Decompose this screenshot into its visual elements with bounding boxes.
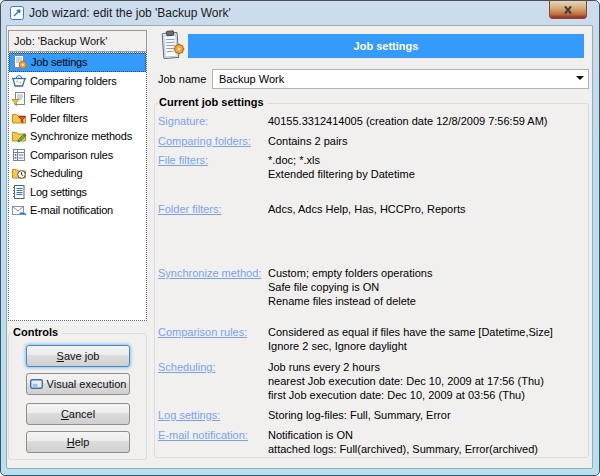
clipboard-icon bbox=[155, 30, 187, 62]
setting-value-folder-filters: Adcs, Adcs Help, Has, HCCPro, Reports bbox=[268, 202, 465, 216]
sidebar-item-label: Comparing folders bbox=[30, 75, 116, 87]
setting-row-comparison-rules: Comparison rules:Considered as equal if … bbox=[155, 325, 588, 353]
job-name-combobox[interactable]: Backup Work bbox=[212, 69, 589, 89]
sidebar-item-scheduling[interactable]: Scheduling bbox=[9, 164, 146, 183]
setting-label-scheduling[interactable]: Scheduling: bbox=[158, 360, 268, 402]
setting-value-file-filters: *.doc; *.xlsExtended filtering by Dateti… bbox=[268, 153, 415, 181]
job-name-label: Job name bbox=[158, 73, 206, 85]
sidebar-item-label: File filters bbox=[30, 93, 75, 105]
controls-buttons: Save job Visual execution Cancel Help bbox=[9, 334, 146, 459]
setting-value-e-mail-notification: Notification is ONattached logs: Full(ar… bbox=[268, 428, 538, 456]
job-settings-icon bbox=[12, 54, 28, 70]
setting-label-folder-filters[interactable]: Folder filters: bbox=[158, 202, 268, 216]
window-title: Job wizard: edit the job 'Backup Work' bbox=[29, 6, 231, 20]
sidebar-item-file-filters[interactable]: File filters bbox=[9, 90, 146, 109]
sidebar-item-comparing-folders[interactable]: Comparing folders bbox=[9, 72, 146, 91]
sidebar-item-label: Folder filters bbox=[30, 112, 88, 124]
synchronize-methods-icon bbox=[11, 128, 27, 144]
sidebar-item-synchronize-methods[interactable]: Synchronize methods bbox=[9, 127, 146, 146]
setting-value-scheduling: Job runs every 2 hoursnearest Job execut… bbox=[268, 360, 544, 402]
sidebar-item-label: E-mail notification bbox=[30, 204, 113, 216]
controls-group: Controls Save jobVisual executionCancelH… bbox=[8, 333, 147, 460]
button-label: Visual execution bbox=[47, 378, 127, 390]
setting-label-comparing-folders[interactable]: Comparing folders: bbox=[158, 134, 268, 148]
setting-row-file-filters: File filters:*.doc; *.xlsExtended filter… bbox=[155, 153, 588, 181]
job-sections-list: Job settings Comparing folders File filter… bbox=[8, 52, 147, 321]
file-filters-icon bbox=[11, 91, 27, 107]
setting-row-e-mail-notification: E-mail notification:Notification is ONat… bbox=[155, 428, 588, 456]
combo-dropdown-icon[interactable] bbox=[576, 76, 584, 80]
setting-label-synchronize-method[interactable]: Synchronize method: bbox=[158, 266, 268, 308]
comparing-folders-icon bbox=[11, 73, 27, 89]
job-wizard-window: Job wizard: edit the job 'Backup Work' J… bbox=[0, 0, 600, 476]
setting-label-e-mail-notification[interactable]: E-mail notification: bbox=[158, 428, 268, 456]
setting-label-comparison-rules[interactable]: Comparison rules: bbox=[158, 325, 268, 353]
job-name-header: Job: 'Backup Work' bbox=[8, 30, 147, 52]
folder-filters-icon bbox=[11, 110, 27, 126]
sidebar-item-comparison-rules[interactable]: Comparison rules bbox=[9, 146, 146, 165]
sidebar-item-label: Job settings bbox=[31, 56, 87, 68]
log-settings-icon bbox=[11, 184, 27, 200]
setting-value-log-settings: Storing log-files: Full, Summary, Error bbox=[268, 408, 451, 422]
close-x-icon bbox=[560, 4, 576, 16]
job-name-value: Backup Work bbox=[219, 73, 284, 85]
sidebar-item-e-mail-notification[interactable]: E-mail notification bbox=[9, 201, 146, 220]
button-label: Help bbox=[67, 436, 90, 448]
sidebar-item-folder-filters[interactable]: Folder filters bbox=[9, 109, 146, 128]
setting-value-comparing-folders: Contains 2 pairs bbox=[268, 134, 348, 148]
visual-execution-button[interactable]: Visual execution bbox=[26, 373, 130, 395]
sidebar-item-log-settings[interactable]: Log settings bbox=[9, 183, 146, 202]
setting-value-comparison-rules: Considered as equal if files have the sa… bbox=[268, 325, 553, 353]
setting-label-file-filters[interactable]: File filters: bbox=[158, 153, 268, 181]
setting-row-log-settings: Log settings:Storing log-files: Full, Su… bbox=[155, 408, 588, 422]
dialog-client-area: Job: 'Backup Work' Job settings Comparing… bbox=[6, 25, 593, 469]
comparison-rules-icon bbox=[11, 147, 27, 163]
save-job-button[interactable]: Save job bbox=[26, 345, 130, 367]
window-edit-icon bbox=[10, 6, 24, 20]
setting-label-log-settings[interactable]: Log settings: bbox=[158, 408, 268, 422]
sidebar-item-label: Log settings bbox=[30, 186, 87, 198]
setting-value-synchronize-method: Custom; empty folders operationsSafe fil… bbox=[268, 266, 432, 308]
sidebar-item-label: Scheduling bbox=[30, 167, 82, 179]
sidebar-item-job-settings[interactable]: Job settings bbox=[9, 53, 146, 72]
section-banner: Job settings bbox=[188, 34, 584, 58]
help-button[interactable]: Help bbox=[26, 431, 130, 453]
close-button[interactable] bbox=[549, 1, 587, 19]
section-banner-label: Job settings bbox=[354, 40, 419, 52]
button-label: Cancel bbox=[61, 408, 95, 420]
cancel-button[interactable]: Cancel bbox=[26, 403, 130, 425]
button-label: Save job bbox=[57, 350, 100, 362]
setting-value-signature: 40155.3312414005 (creation date 12/8/200… bbox=[268, 114, 548, 128]
setting-row-signature: Signature:40155.3312414005 (creation dat… bbox=[155, 114, 588, 128]
setting-label-signature: Signature: bbox=[158, 114, 268, 128]
setting-row-comparing-folders: Comparing folders:Contains 2 pairs bbox=[155, 134, 588, 148]
setting-row-synchronize-method: Synchronize method:Custom; empty folders… bbox=[155, 266, 588, 308]
visual-execution-icon bbox=[30, 379, 43, 389]
sidebar-item-label: Comparison rules bbox=[30, 149, 113, 161]
scheduling-icon bbox=[11, 165, 27, 181]
settings-rows: Signature:40155.3312414005 (creation dat… bbox=[155, 104, 588, 456]
setting-row-folder-filters: Folder filters:Adcs, Adcs Help, Has, HCC… bbox=[155, 202, 588, 216]
current-job-settings-group: Current job settings Signature:40155.331… bbox=[154, 103, 589, 458]
setting-row-scheduling: Scheduling:Job runs every 2 hoursnearest… bbox=[155, 360, 588, 402]
email-notification-icon bbox=[11, 202, 27, 218]
sidebar-item-label: Synchronize methods bbox=[30, 130, 132, 142]
